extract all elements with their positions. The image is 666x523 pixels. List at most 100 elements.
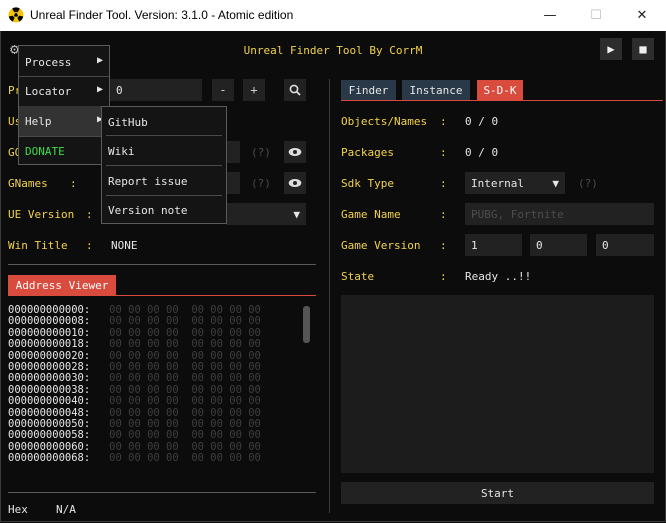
dump-address: 000000000030: xyxy=(8,372,91,385)
dump-bytes: 00 00 00 00 00 00 00 00 xyxy=(109,372,261,385)
gobjects-help[interactable]: (?) xyxy=(251,146,271,159)
stop-button[interactable]: ■ xyxy=(632,38,654,60)
dump-bytes: 00 00 00 00 00 00 00 00 xyxy=(109,361,261,374)
dump-row: 000000000068: 00 00 00 00 00 00 00 00 xyxy=(8,453,302,464)
plus-button[interactable]: + xyxy=(243,79,265,101)
game-version-patch[interactable]: 0 xyxy=(596,234,654,256)
tab-sdk[interactable]: S-D-K xyxy=(477,80,523,100)
close-button[interactable]: ✕ xyxy=(619,0,665,31)
menu-item-label: Locator xyxy=(25,84,72,98)
dump-bytes: 00 00 00 00 00 00 00 00 xyxy=(109,315,261,328)
gobjects-view-button[interactable] xyxy=(284,141,306,163)
dump-address: 000000000020: xyxy=(8,349,91,362)
objects-colon: : xyxy=(440,115,447,128)
hex-label: Hex xyxy=(8,503,28,516)
chevron-right-icon: ▶ xyxy=(96,84,103,95)
gnames-colon: : xyxy=(70,177,77,190)
game-version-colon: : xyxy=(440,239,447,252)
dump-bytes: 00 00 00 00 00 00 00 00 xyxy=(109,305,261,316)
dump-bytes: 00 00 00 00 00 00 00 00 xyxy=(109,418,261,431)
menu-item-process[interactable]: Process ▶ xyxy=(19,47,109,77)
left-divider xyxy=(8,264,316,265)
dump-bytes: 00 00 00 00 00 00 00 00 xyxy=(109,383,261,396)
menu-item-help[interactable]: Help ▶ xyxy=(19,106,109,136)
minimize-button[interactable]: — xyxy=(527,0,573,31)
tab-finder[interactable]: Finder xyxy=(341,80,396,100)
gnames-help[interactable]: (?) xyxy=(251,177,271,190)
search-icon xyxy=(289,84,301,96)
packages-value: 0 / 0 xyxy=(465,146,499,159)
game-version-major[interactable]: 1 xyxy=(465,234,522,256)
dump-address: 000000000018: xyxy=(8,338,91,351)
address-tab-underline xyxy=(8,295,316,296)
panel-divider xyxy=(329,79,330,513)
right-tab-underline xyxy=(341,100,663,101)
dump-scrollbar[interactable] xyxy=(303,306,310,343)
menu-item-label: Process xyxy=(25,55,72,69)
dump-bytes: 00 00 00 00 00 00 00 00 xyxy=(109,429,261,442)
dump-bytes: 00 00 00 00 00 00 00 00 xyxy=(109,395,261,408)
hex-divider xyxy=(8,492,316,493)
gnames-label: GNames xyxy=(8,177,48,190)
window-titlebar[interactable]: Unreal Finder Tool. Version: 3.1.0 - Ato… xyxy=(0,0,666,31)
objects-names-value: 0 / 0 xyxy=(465,115,499,128)
game-name-label: Game Name xyxy=(341,208,401,221)
dump-address: 000000000048: xyxy=(8,406,91,419)
dump-address: 000000000058: xyxy=(8,429,91,442)
dump-address: 000000000010: xyxy=(8,326,91,339)
maximize-button[interactable]: ☐ xyxy=(573,0,619,31)
submenu-item-report-issue[interactable]: Report issue xyxy=(102,166,226,196)
menu-item-donate[interactable]: DONATE xyxy=(19,136,109,166)
dump-bytes: 00 00 00 00 00 00 00 00 xyxy=(109,440,261,453)
submenu-item-github[interactable]: GitHub xyxy=(102,107,226,137)
tab-instance[interactable]: Instance xyxy=(402,80,470,100)
state-label: State xyxy=(341,270,375,283)
menu-item-locator[interactable]: Locator ▶ xyxy=(19,76,109,106)
game-name-input[interactable]: PUBG, Fortnite xyxy=(465,203,654,225)
dump-address: 000000000028: xyxy=(8,361,91,374)
menu-item-label: Help xyxy=(25,114,52,128)
dump-address: 000000000000: xyxy=(8,305,91,316)
sdk-type-colon: : xyxy=(440,177,447,190)
ue-version-colon: : xyxy=(86,208,93,221)
hex-value: N/A xyxy=(56,503,76,516)
eye-icon xyxy=(288,179,302,187)
tab-address-viewer[interactable]: Address Viewer xyxy=(8,275,116,295)
state-value: Ready ..!! xyxy=(465,270,532,283)
dump-address: 000000000040: xyxy=(8,395,91,408)
win-title-label: Win Title xyxy=(8,239,68,252)
gobjects-field[interactable] xyxy=(226,141,240,163)
game-version-minor[interactable]: 0 xyxy=(530,234,587,256)
win-title-colon: : xyxy=(86,239,93,252)
process-id-field[interactable]: 0 xyxy=(110,79,202,101)
ue-version-dropdown[interactable]: ▼ xyxy=(226,203,306,225)
start-button[interactable]: Start xyxy=(341,482,654,504)
submenu-item-version-note[interactable]: Version note xyxy=(102,195,226,225)
minus-button[interactable]: - xyxy=(212,79,234,101)
packages-label: Packages xyxy=(341,146,394,159)
dump-address: 000000000008: xyxy=(8,315,91,328)
dump-bytes: 00 00 00 00 00 00 00 00 xyxy=(109,326,261,339)
state-colon: : xyxy=(440,270,447,283)
ue-version-label: UE Version xyxy=(8,208,75,221)
search-button[interactable] xyxy=(284,79,306,101)
dump-bytes: 00 00 00 00 00 00 00 00 xyxy=(109,349,261,362)
play-button[interactable]: ▶ xyxy=(600,38,622,60)
submenu-item-wiki[interactable]: Wiki xyxy=(102,136,226,166)
dump-address: 000000000068: xyxy=(8,452,91,465)
packages-colon: : xyxy=(440,146,447,159)
memory-dump[interactable]: 000000000000: 00 00 00 00 00 00 00 00 000… xyxy=(8,305,302,485)
main-menu: Process ▶ Locator ▶ Help ▶ DONATE xyxy=(18,45,110,165)
dump-address: 000000000038: xyxy=(8,383,91,396)
sdk-type-help[interactable]: (?) xyxy=(578,177,598,190)
log-box[interactable] xyxy=(341,295,654,473)
objects-names-label: Objects/Names xyxy=(341,115,428,128)
dump-bytes: 00 00 00 00 00 00 00 00 xyxy=(109,338,261,351)
gnames-field[interactable] xyxy=(226,172,240,194)
dump-address: 000000000060: xyxy=(8,440,91,453)
gnames-view-button[interactable] xyxy=(284,172,306,194)
sdk-type-dropdown[interactable]: Internal ▼ xyxy=(465,172,565,194)
window-title: Unreal Finder Tool. Version: 3.1.0 - Ato… xyxy=(30,8,294,22)
win-title-value: NONE xyxy=(111,239,138,252)
sdk-type-label: Sdk Type xyxy=(341,177,394,190)
